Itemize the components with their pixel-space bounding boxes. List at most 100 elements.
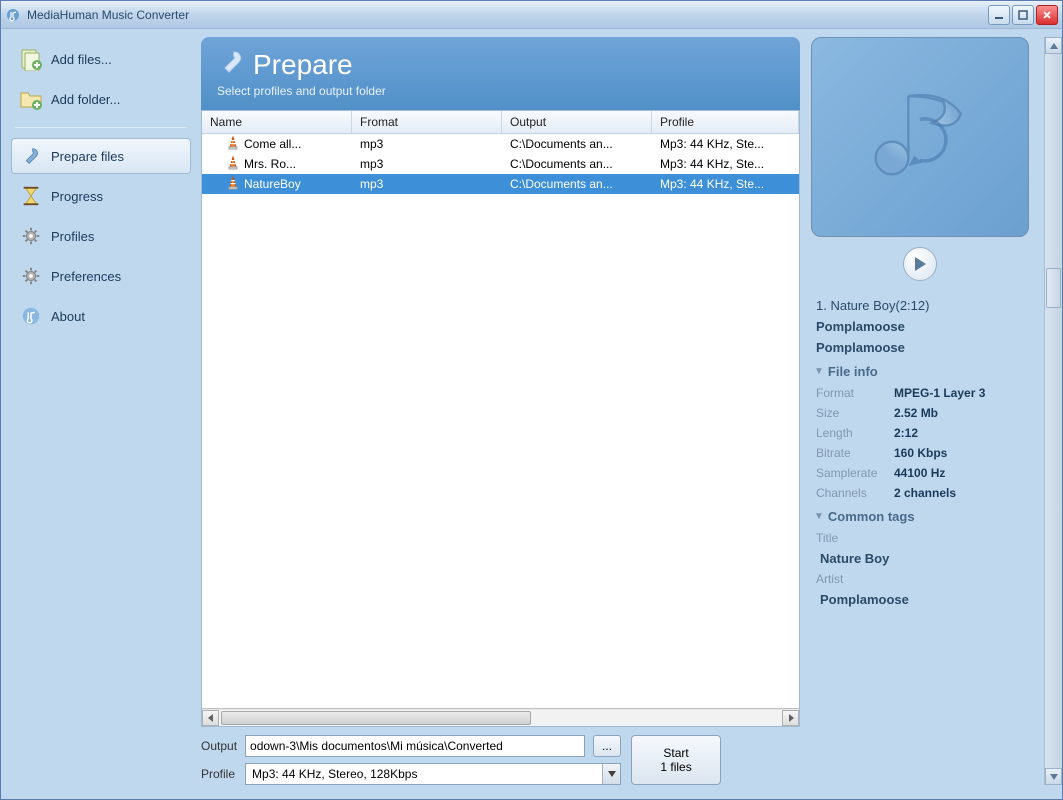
cell-profile: Mp3: 44 KHz, Ste...	[652, 176, 799, 192]
common-tags-header[interactable]: ▼ Common tags	[806, 503, 1034, 528]
file-table: Name Fromat Output Profile Come all...mp…	[201, 110, 800, 727]
tag-title-label: Title	[816, 531, 894, 545]
info-value: MPEG-1 Layer 3	[894, 386, 1024, 400]
sidebar-item-profiles[interactable]: Profiles	[11, 218, 191, 254]
sidebar-item-prepare[interactable]: Prepare files	[11, 138, 191, 174]
sidebar-item-progress[interactable]: Progress	[11, 178, 191, 214]
sidebar-item-label: Prepare files	[51, 149, 124, 164]
file-type-icon	[226, 136, 240, 153]
add-folder-label: Add folder...	[51, 92, 120, 107]
wrench-icon	[217, 47, 245, 82]
add-folder-icon	[19, 87, 43, 111]
close-button[interactable]	[1036, 5, 1058, 25]
column-header-output[interactable]: Output	[502, 111, 652, 133]
app-window: MediaHuman Music Converter Add files... …	[0, 0, 1063, 800]
cell-format: mp3	[352, 176, 502, 192]
scrollbar-thumb[interactable]	[1046, 268, 1061, 308]
sidebar-item-preferences[interactable]: Preferences	[11, 258, 191, 294]
cell-format: mp3	[352, 156, 502, 172]
output-label: Output	[201, 739, 237, 753]
maximize-button[interactable]	[1012, 5, 1034, 25]
profile-select[interactable]: Mp3: 44 KHz, Stereo, 128Kbps	[245, 763, 621, 785]
cell-name: Mrs. Ro...	[244, 157, 296, 171]
scrollbar-thumb[interactable]	[221, 711, 531, 725]
cell-name: NatureBoy	[244, 177, 301, 191]
track-artist: Pomplamoose	[806, 316, 1034, 337]
column-header-profile[interactable]: Profile	[652, 111, 799, 133]
scroll-left-icon[interactable]	[202, 710, 219, 726]
info-value: 44100 Hz	[894, 466, 1024, 480]
album-art	[811, 37, 1029, 237]
window-title: MediaHuman Music Converter	[27, 8, 988, 22]
info-row: Channels2 channels	[806, 483, 1034, 503]
info-row: Bitrate160 Kbps	[806, 443, 1034, 463]
vertical-scrollbar[interactable]	[1044, 37, 1062, 785]
sidebar-item-label: About	[51, 309, 85, 324]
minimize-button[interactable]	[988, 5, 1010, 25]
output-path-input[interactable]	[245, 735, 585, 757]
start-line2: 1 files	[660, 760, 691, 774]
scroll-right-icon[interactable]	[782, 710, 799, 726]
cell-name: Come all...	[244, 137, 301, 151]
page-subtitle: Select profiles and output folder	[217, 84, 784, 98]
table-row[interactable]: NatureBoymp3C:\Documents an...Mp3: 44 KH…	[202, 174, 799, 194]
cell-profile: Mp3: 44 KHz, Ste...	[652, 136, 799, 152]
wrench-icon	[19, 144, 43, 168]
hourglass-icon	[19, 184, 43, 208]
file-type-icon	[226, 176, 240, 193]
titlebar[interactable]: MediaHuman Music Converter	[1, 1, 1062, 29]
file-info-header[interactable]: ▼ File info	[806, 358, 1034, 383]
table-header: Name Fromat Output Profile	[202, 111, 799, 134]
play-button[interactable]	[903, 247, 937, 281]
cell-profile: Mp3: 44 KHz, Ste...	[652, 156, 799, 172]
add-files-button[interactable]: Add files...	[11, 41, 191, 77]
column-header-name[interactable]: Name	[202, 111, 352, 133]
info-value: 2.52 Mb	[894, 406, 1024, 420]
app-icon	[19, 304, 43, 328]
info-row: Length2:12	[806, 423, 1034, 443]
info-key: Channels	[816, 486, 894, 500]
start-button[interactable]: Start 1 files	[631, 735, 721, 785]
info-value: 160 Kbps	[894, 446, 1024, 460]
start-line1: Start	[663, 746, 688, 760]
track-album: Pomplamoose	[806, 337, 1034, 358]
tag-artist-value: Pomplamoose	[806, 589, 1034, 610]
app-icon	[5, 7, 21, 23]
sidebar: Add files... Add folder... Prepare files…	[1, 29, 201, 793]
file-type-icon	[226, 156, 240, 173]
cell-output: C:\Documents an...	[502, 156, 652, 172]
music-note-icon	[850, 67, 990, 207]
info-value: 2 channels	[894, 486, 1024, 500]
sidebar-item-label: Progress	[51, 189, 103, 204]
tag-title-value: Nature Boy	[806, 548, 1034, 569]
page-header: Prepare Select profiles and output folde…	[201, 37, 800, 110]
scroll-up-icon[interactable]	[1045, 37, 1062, 54]
triangle-down-icon: ▼	[814, 366, 824, 377]
sidebar-divider	[15, 127, 187, 128]
play-icon	[914, 257, 926, 271]
info-key: Length	[816, 426, 894, 440]
info-key: Samplerate	[816, 466, 894, 480]
profile-label: Profile	[201, 767, 237, 781]
info-row: Size2.52 Mb	[806, 403, 1034, 423]
column-header-format[interactable]: Fromat	[352, 111, 502, 133]
track-title: 1. Nature Boy(2:12)	[806, 295, 1034, 316]
preview-pane: 1. Nature Boy(2:12) Pomplamoose Pomplamo…	[806, 37, 1038, 785]
horizontal-scrollbar[interactable]	[202, 708, 799, 726]
window-edge	[1, 793, 1062, 799]
table-row[interactable]: Come all...mp3C:\Documents an...Mp3: 44 …	[202, 134, 799, 154]
add-folder-button[interactable]: Add folder...	[11, 81, 191, 117]
sidebar-item-label: Preferences	[51, 269, 121, 284]
add-files-label: Add files...	[51, 52, 112, 67]
scroll-down-icon[interactable]	[1045, 768, 1062, 785]
gear-icon	[19, 224, 43, 248]
profile-value: Mp3: 44 KHz, Stereo, 128Kbps	[246, 767, 602, 781]
info-key: Bitrate	[816, 446, 894, 460]
info-key: Size	[816, 406, 894, 420]
browse-button[interactable]: ...	[593, 735, 621, 757]
info-value: 2:12	[894, 426, 1024, 440]
table-row[interactable]: Mrs. Ro... mp3C:\Documents an...Mp3: 44 K…	[202, 154, 799, 174]
sidebar-item-about[interactable]: About	[11, 298, 191, 334]
page-title: Prepare	[253, 49, 353, 81]
chevron-down-icon	[602, 764, 620, 784]
